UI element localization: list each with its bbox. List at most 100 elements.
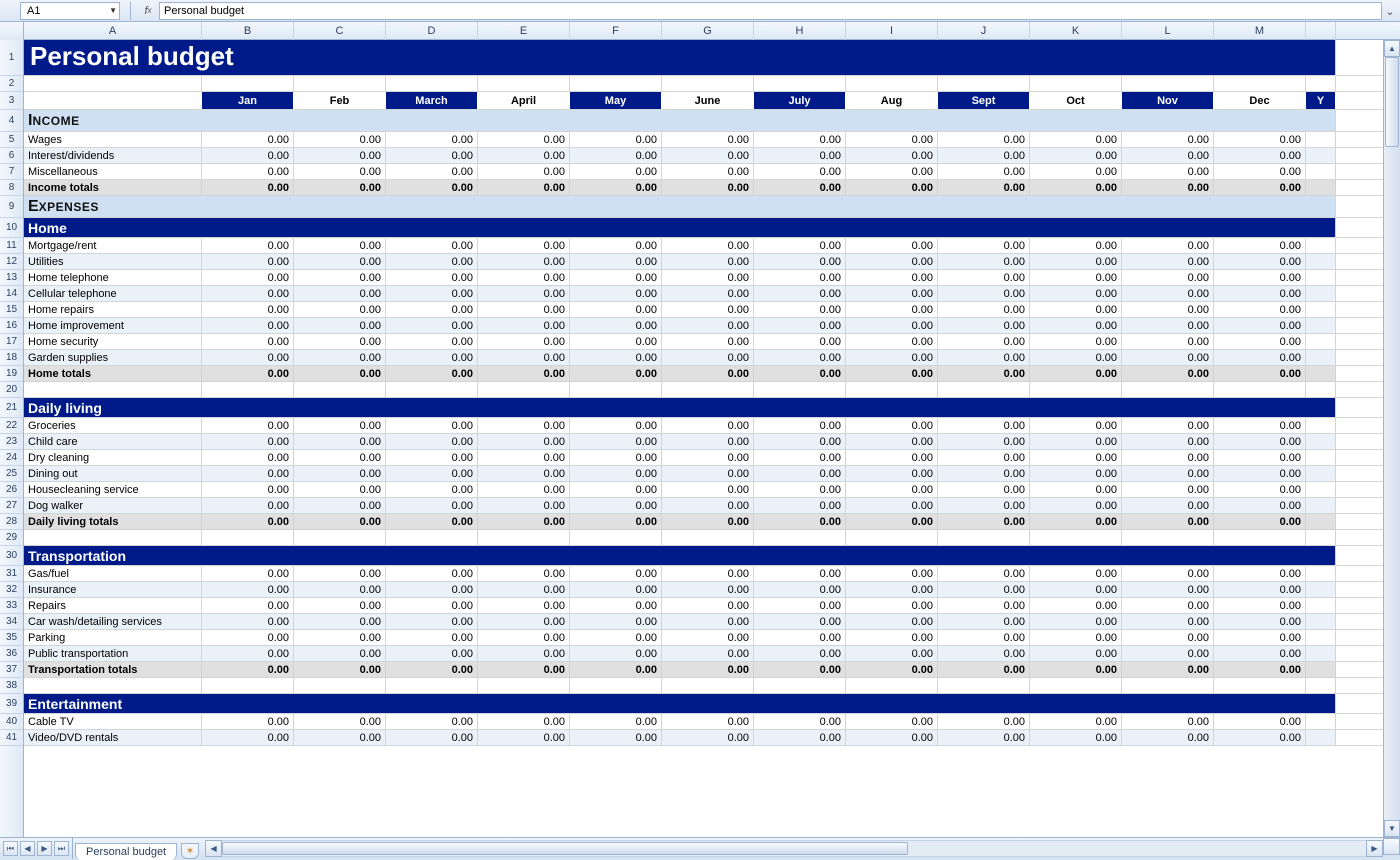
cell[interactable] [1306,598,1336,613]
cell[interactable]: 0.00 [938,514,1030,529]
cell[interactable]: 0.00 [938,148,1030,163]
cell[interactable]: 0.00 [662,482,754,497]
cell[interactable]: 0.00 [570,254,662,269]
cell[interactable]: 0.00 [1030,498,1122,513]
cell[interactable]: 0.00 [846,318,938,333]
cell[interactable]: 0.00 [1122,450,1214,465]
cell[interactable]: 0.00 [202,614,294,629]
cell[interactable]: 0.00 [478,334,570,349]
cell[interactable]: 0.00 [570,180,662,195]
row-header-2[interactable]: 2 [0,76,23,92]
cell[interactable]: 0.00 [294,350,386,365]
cell[interactable]: 0.00 [662,434,754,449]
cell[interactable]: 0.00 [1030,366,1122,381]
cell[interactable]: 0.00 [1122,350,1214,365]
cell[interactable]: 0.00 [294,132,386,147]
scroll-right-button[interactable]: ▶ [1366,840,1383,857]
cell[interactable]: 0.00 [662,148,754,163]
cell[interactable]: 0.00 [662,132,754,147]
row-header-25[interactable]: 25 [0,466,23,482]
cell[interactable]: 0.00 [294,730,386,745]
month-header[interactable]: June [662,92,754,109]
cell[interactable]: 0.00 [938,714,1030,729]
row-label[interactable]: Transportation totals [24,662,202,677]
cell[interactable]: 0.00 [754,334,846,349]
row-header-9[interactable]: 9 [0,196,23,218]
cell[interactable] [294,76,386,91]
cell[interactable]: 0.00 [570,498,662,513]
cell[interactable]: 0.00 [202,450,294,465]
cell[interactable]: 0.00 [938,334,1030,349]
month-header[interactable]: Aug [846,92,938,109]
cell[interactable]: 0.00 [846,482,938,497]
cell[interactable]: 0.00 [754,646,846,661]
cell[interactable]: 0.00 [1030,434,1122,449]
cell[interactable]: 0.00 [1214,238,1306,253]
cell[interactable] [1122,678,1214,693]
cell[interactable]: 0.00 [478,566,570,581]
month-header[interactable]: Oct [1030,92,1122,109]
month-header[interactable]: July [754,92,846,109]
cell[interactable] [846,382,938,397]
cell[interactable]: 0.00 [846,514,938,529]
cell[interactable] [1122,76,1214,91]
cell[interactable] [1306,730,1336,745]
cell[interactable]: 0.00 [1122,714,1214,729]
cell[interactable] [1306,498,1336,513]
cell[interactable]: 0.00 [1214,286,1306,301]
cell[interactable] [1214,382,1306,397]
cell[interactable]: 0.00 [1122,630,1214,645]
cell[interactable] [1122,382,1214,397]
cell[interactable]: 0.00 [478,132,570,147]
cell[interactable] [1306,286,1336,301]
cell[interactable]: 0.00 [202,646,294,661]
row-label[interactable]: Dry cleaning [24,450,202,465]
cell[interactable]: 0.00 [662,498,754,513]
cell[interactable]: 0.00 [478,714,570,729]
cell[interactable] [24,76,202,91]
cell[interactable]: 0.00 [1214,318,1306,333]
cell[interactable]: 0.00 [1122,662,1214,677]
last-sheet-button[interactable]: ⏭ [54,841,69,856]
cell[interactable]: 0.00 [1214,598,1306,613]
cell[interactable]: 0.00 [1122,180,1214,195]
cell[interactable]: 0.00 [1214,482,1306,497]
cell[interactable]: 0.00 [662,366,754,381]
cell[interactable]: 0.00 [294,450,386,465]
cell[interactable] [570,382,662,397]
col-header-F[interactable]: F [570,22,662,40]
cell[interactable] [1306,366,1336,381]
cell[interactable]: 0.00 [1030,418,1122,433]
cell[interactable]: 0.00 [754,254,846,269]
cell[interactable] [1306,350,1336,365]
cell[interactable]: 0.00 [386,270,478,285]
cell[interactable]: 0.00 [570,714,662,729]
row-header-41[interactable]: 41 [0,730,23,746]
cell[interactable]: 0.00 [1122,318,1214,333]
row-label[interactable]: Home telephone [24,270,202,285]
row-header-13[interactable]: 13 [0,270,23,286]
cell[interactable]: 0.00 [754,418,846,433]
cell[interactable] [662,678,754,693]
cell[interactable] [1306,678,1336,693]
cell[interactable]: 0.00 [1122,270,1214,285]
row-header-3[interactable]: 3 [0,92,23,110]
cell[interactable]: 0.00 [1214,418,1306,433]
cell[interactable]: 0.00 [662,270,754,285]
cell[interactable]: 0.00 [1030,286,1122,301]
cell[interactable]: 0.00 [570,482,662,497]
cell[interactable] [1306,418,1336,433]
cell[interactable]: 0.00 [570,614,662,629]
cell[interactable]: 0.00 [662,180,754,195]
cell[interactable] [1306,270,1336,285]
row-header-11[interactable]: 11 [0,238,23,254]
cell[interactable] [570,76,662,91]
cell[interactable]: 0.00 [570,630,662,645]
cell[interactable]: 0.00 [478,498,570,513]
cell[interactable]: 0.00 [478,302,570,317]
row-label[interactable]: Car wash/detailing services [24,614,202,629]
cell[interactable] [1306,646,1336,661]
cell[interactable]: 0.00 [294,238,386,253]
subsection-header[interactable]: Daily living [24,398,1336,417]
cell[interactable]: 0.00 [202,238,294,253]
